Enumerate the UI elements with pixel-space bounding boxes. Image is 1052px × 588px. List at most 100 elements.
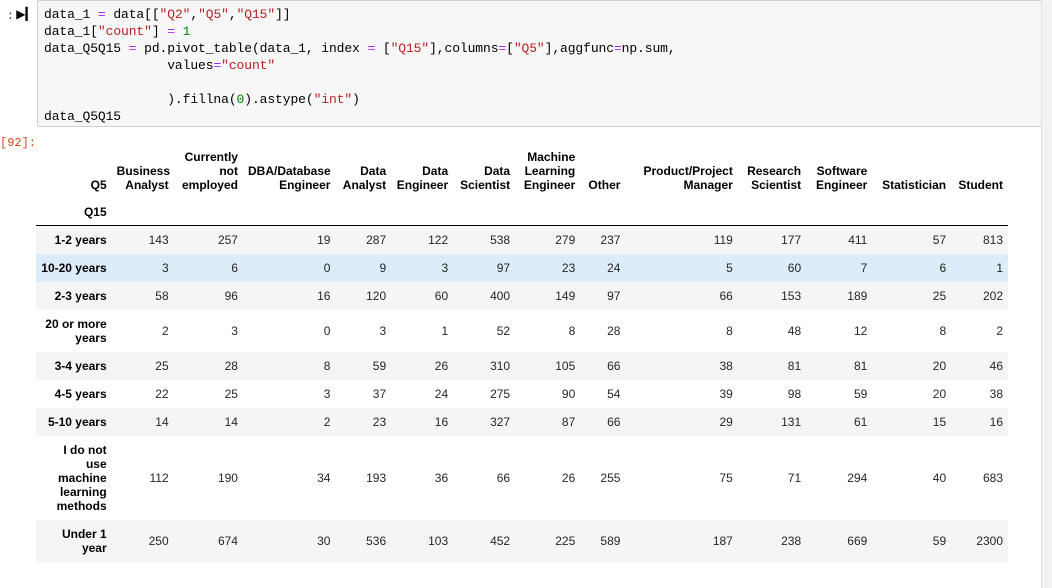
table-cell: 97: [496, 261, 511, 275]
table-cell: 6: [231, 261, 238, 275]
code-editor[interactable]: data_1 = data[["Q2","Q5","Q15"]] data_1[…: [37, 0, 1052, 127]
table-row: 10-20 years 3 6 0 9 3 97 23 24 5 60 7 6 1: [36, 254, 1008, 282]
table-cell: 669: [847, 534, 868, 548]
table-cell: 23: [372, 415, 387, 429]
column-header: Product/Project Manager: [643, 164, 733, 192]
table-cell: 105: [555, 359, 576, 373]
table-cell: 81: [853, 359, 868, 373]
table-cell: 60: [434, 289, 449, 303]
table-cell: 16: [434, 415, 449, 429]
table-cell: 61: [853, 415, 868, 429]
table-cell: 7: [860, 261, 868, 275]
column-header: DBA/Database Engineer: [247, 164, 331, 192]
code-source: data_1 = data[["Q2","Q5","Q15"]] data_1[…: [44, 7, 676, 124]
table-cell: 23: [561, 261, 576, 275]
table-row: Under 1 year 250 674 30 536 103 452 225 589 187 23…: [36, 520, 1008, 562]
table-cell: 38: [719, 359, 733, 373]
table-cell: 14: [155, 415, 169, 429]
table-cell: 26: [561, 471, 576, 485]
table-cell: 81: [787, 359, 802, 373]
table-cell: 59: [372, 359, 387, 373]
table-cell: 275: [490, 387, 511, 401]
table-cell: 3: [323, 387, 331, 401]
table-cell: 177: [781, 233, 802, 247]
table-cell: 96: [224, 289, 238, 303]
table-cell: 2300: [976, 534, 1003, 548]
row-index-label: 10-20 years: [41, 261, 107, 275]
table-row: 4-5 years 22 25 3 37 24 275 90 54 39 98 59 20 38: [36, 380, 1008, 408]
table-cell: 287: [366, 233, 387, 247]
table-cell: 250: [148, 534, 169, 548]
table-cell: 310: [490, 359, 511, 373]
table-header: Q5 Business Analyst Currently not employ…: [36, 150, 1008, 226]
spacer-cell: [515, 195, 580, 226]
table-cell: 813: [982, 233, 1003, 247]
table-cell: 536: [366, 534, 387, 548]
spacer-cell: [872, 195, 951, 226]
table-cell: 119: [713, 233, 733, 247]
table-row: 3-4 years 25 28 8 59 26 310 105 66 38 81 81 20 46: [36, 352, 1008, 380]
table-cell: 589: [600, 534, 621, 548]
table-cell: 0: [323, 261, 331, 275]
column-header: Business Analyst: [116, 164, 171, 192]
table-cell: 452: [490, 534, 511, 548]
spacer-cell: [951, 195, 1008, 226]
table-cell: 411: [848, 233, 868, 247]
table-row: I do not use machine learning methods 112…: [36, 436, 1008, 520]
table-row: 5-10 years 14 14 2 23 16 327 87 66 29 131 61 15 16: [36, 408, 1008, 436]
table-cell: 187: [712, 534, 733, 548]
table-cell: 28: [607, 324, 621, 338]
table-cell: 71: [787, 471, 802, 485]
table-cell: 12: [853, 324, 868, 338]
table-cell: 87: [561, 415, 576, 429]
table-cell: 39: [719, 387, 733, 401]
column-header-row: Q5 Business Analyst Currently not employ…: [36, 150, 1008, 195]
column-header: Statistician: [882, 178, 947, 192]
table-cell: 48: [787, 324, 802, 338]
table-cell: 538: [490, 233, 511, 247]
table-cell: 131: [781, 415, 802, 429]
table-cell: 3: [161, 261, 169, 275]
table-cell: 153: [781, 289, 802, 303]
table-cell: 20: [932, 359, 947, 373]
spacer-cell: [391, 195, 453, 226]
spacer-cell: [112, 195, 174, 226]
table-cell: 294: [847, 471, 868, 485]
table-cell: 54: [607, 387, 621, 401]
spacer-cell: [174, 195, 243, 226]
column-header: Data Engineer: [396, 164, 449, 192]
spacer-cell: [243, 195, 335, 226]
column-header: Other: [588, 178, 621, 192]
table-cell: 190: [217, 471, 238, 485]
table-cell: 225: [555, 534, 576, 548]
table-cell: 60: [787, 261, 802, 275]
table-cell: 683: [982, 471, 1003, 485]
table-cell: 57: [932, 233, 947, 247]
code-cell[interactable]: : ▶▎ data_1 = data[["Q2","Q5","Q15"]] da…: [0, 0, 1052, 127]
row-index-label: 4-5 years: [54, 387, 107, 401]
table-row: 20 or more years 2 3 0 3 1 52 8 28 8 48 12 8 2: [36, 310, 1008, 352]
table-cell: 46: [989, 359, 1003, 373]
table-cell: 193: [366, 471, 387, 485]
table-cell: 34: [317, 471, 331, 485]
run-cell-icon[interactable]: ▶▎: [14, 0, 37, 20]
table-cell: 0: [323, 324, 331, 338]
table-cell: 22: [155, 387, 169, 401]
table-cell: 38: [989, 387, 1003, 401]
row-index-label: Under 1 year: [61, 527, 107, 555]
table-cell: 120: [366, 289, 387, 303]
table-cell: 237: [600, 233, 621, 247]
table-cell: 28: [224, 359, 238, 373]
table-cell: 238: [781, 534, 802, 548]
table-cell: 1: [441, 324, 449, 338]
table-cell: 3: [379, 324, 387, 338]
row-index-label: 5-10 years: [47, 415, 107, 429]
table-cell: 257: [217, 233, 238, 247]
table-cell: 25: [155, 359, 169, 373]
table-cell: 29: [719, 415, 733, 429]
row-index-label: I do not use machine learning methods: [56, 443, 107, 513]
table-cell: 75: [719, 471, 733, 485]
table-cell: 279: [555, 233, 576, 247]
table-cell: 9: [379, 261, 387, 275]
table-cell: 5: [726, 261, 733, 275]
